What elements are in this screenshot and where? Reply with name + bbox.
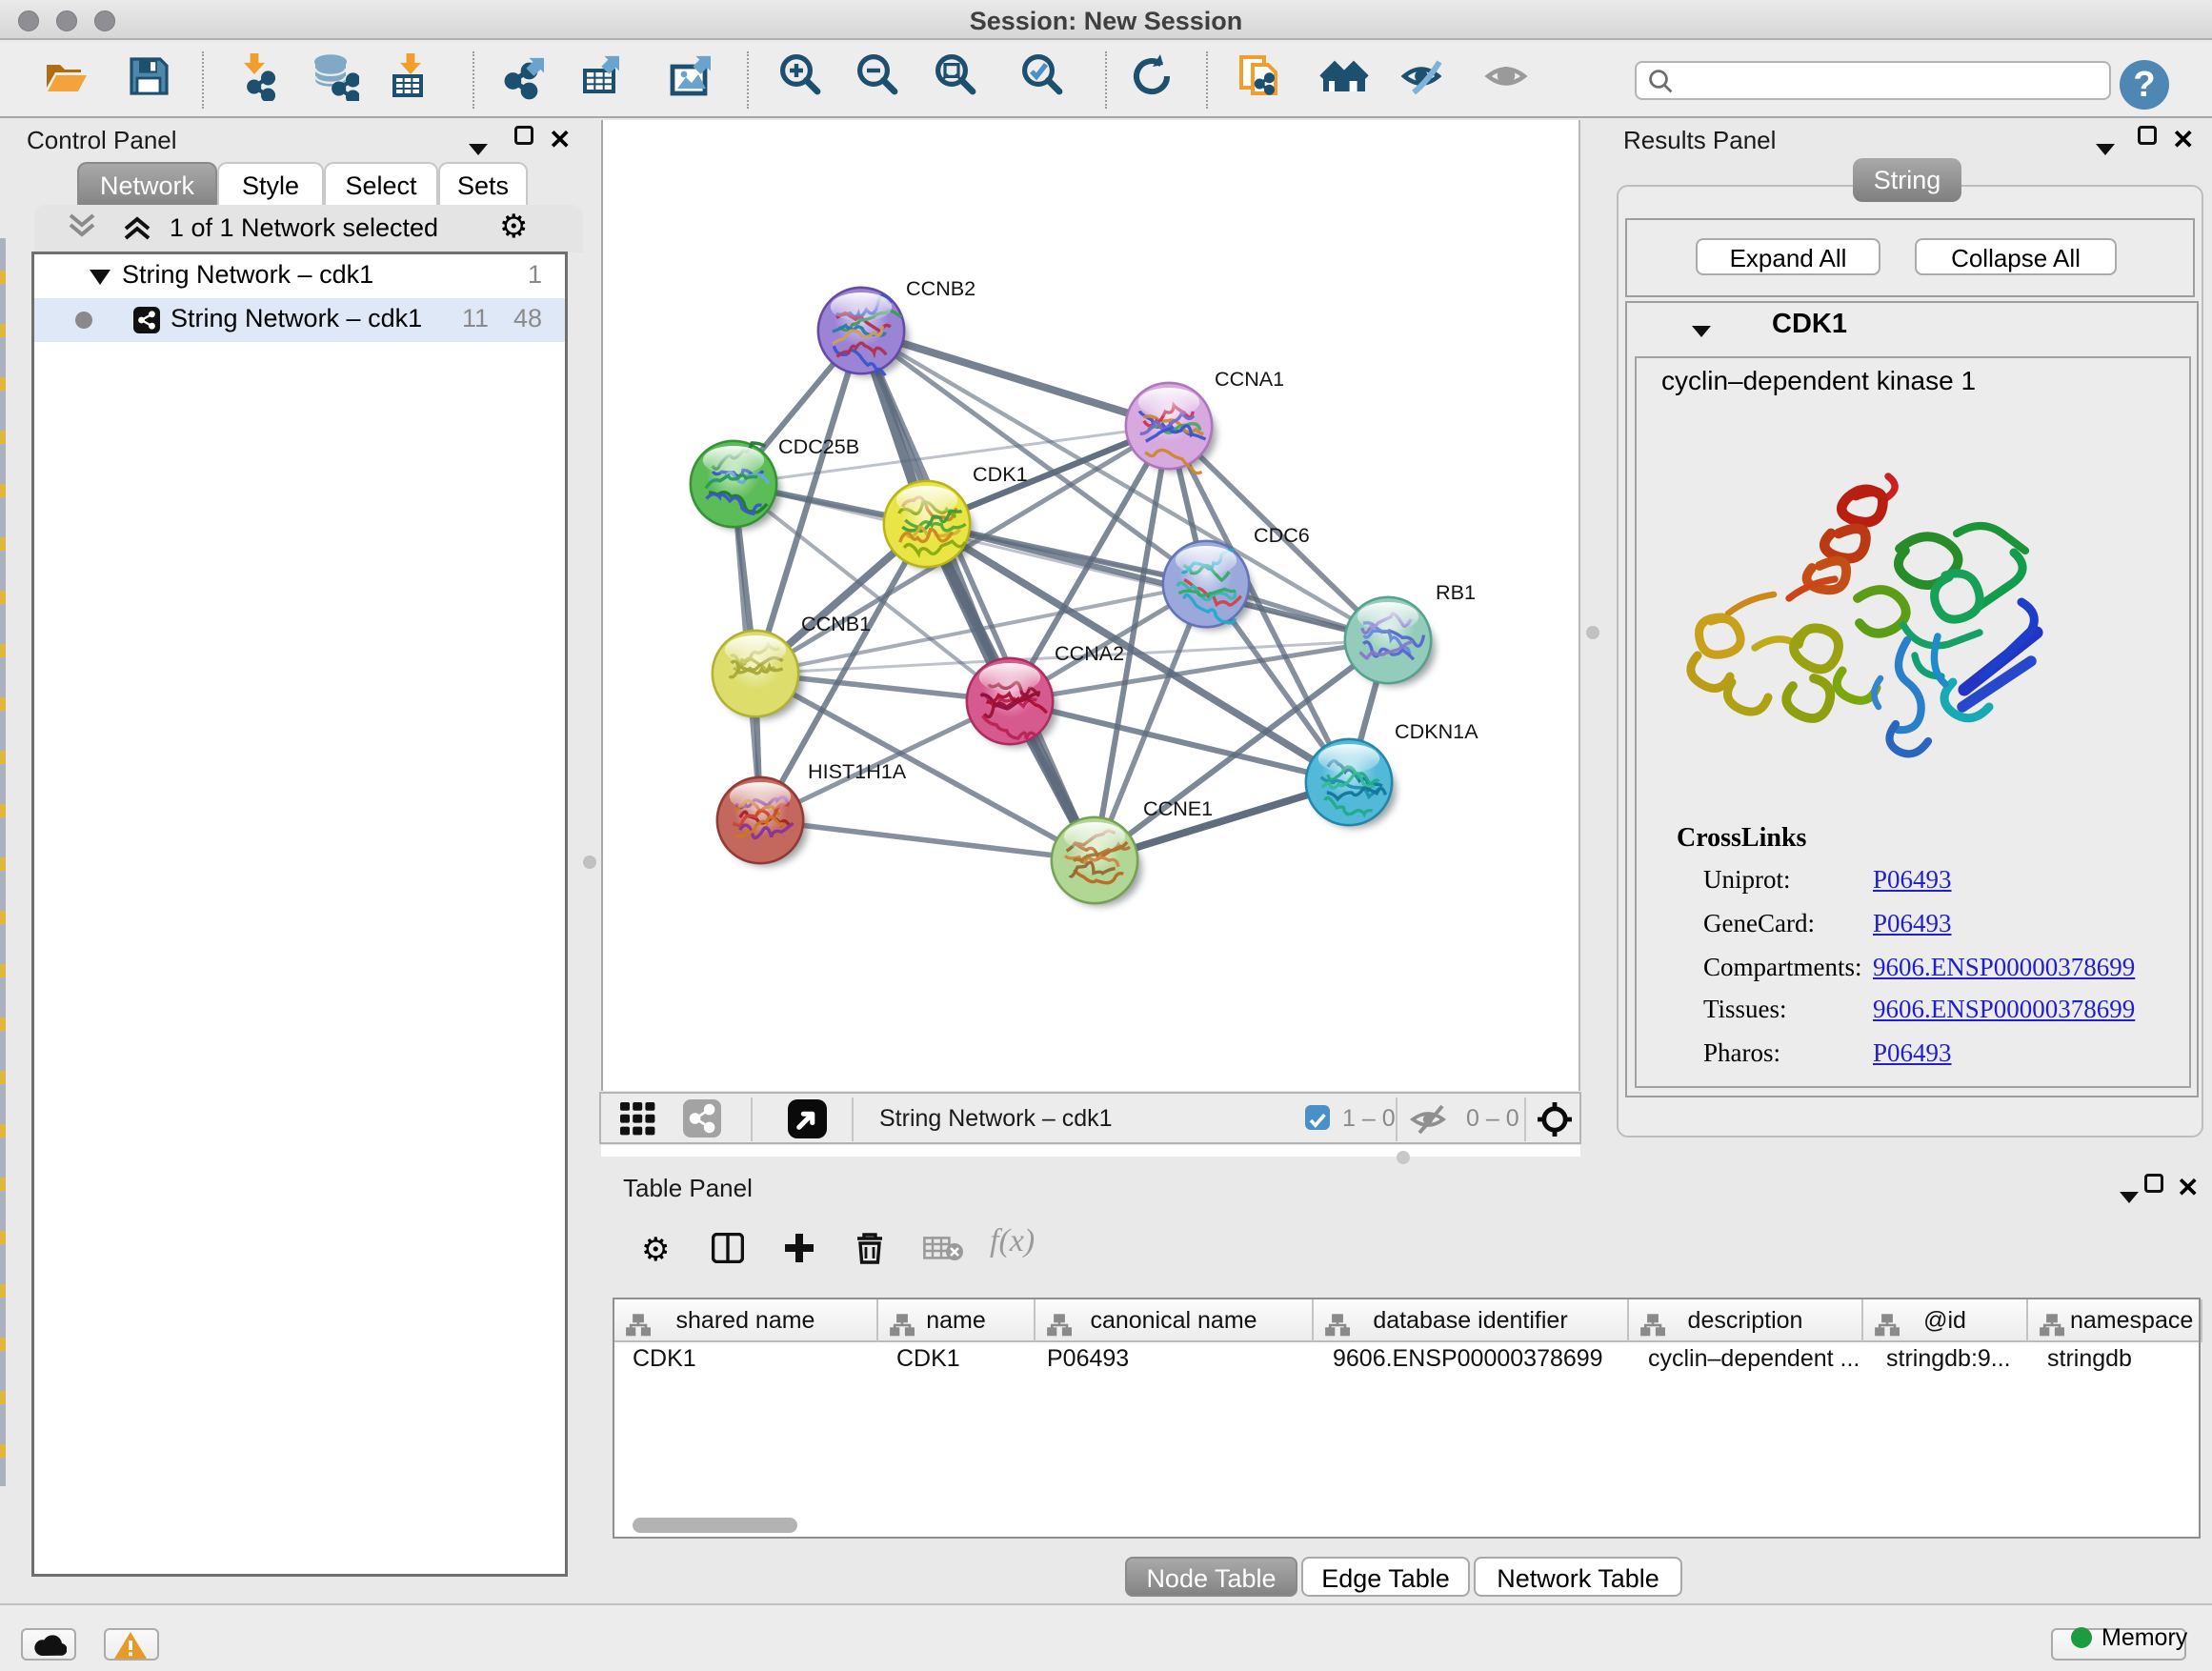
svg-text:CCNA2: CCNA2 <box>1055 641 1124 665</box>
svg-text:CCNE1: CCNE1 <box>1143 796 1213 820</box>
svg-text:RB1: RB1 <box>1436 580 1476 604</box>
svg-text:CDKN1A: CDKN1A <box>1395 719 1478 743</box>
svg-text:CCNB2: CCNB2 <box>906 276 975 300</box>
svg-text:CDC6: CDC6 <box>1254 523 1310 547</box>
svg-text:CDK1: CDK1 <box>973 462 1028 486</box>
svg-text:CDC25B: CDC25B <box>778 434 859 458</box>
svg-text:HIST1H1A: HIST1H1A <box>808 759 907 783</box>
svg-text:CCNA1: CCNA1 <box>1215 367 1284 391</box>
svg-text:CCNB1: CCNB1 <box>801 612 871 635</box>
